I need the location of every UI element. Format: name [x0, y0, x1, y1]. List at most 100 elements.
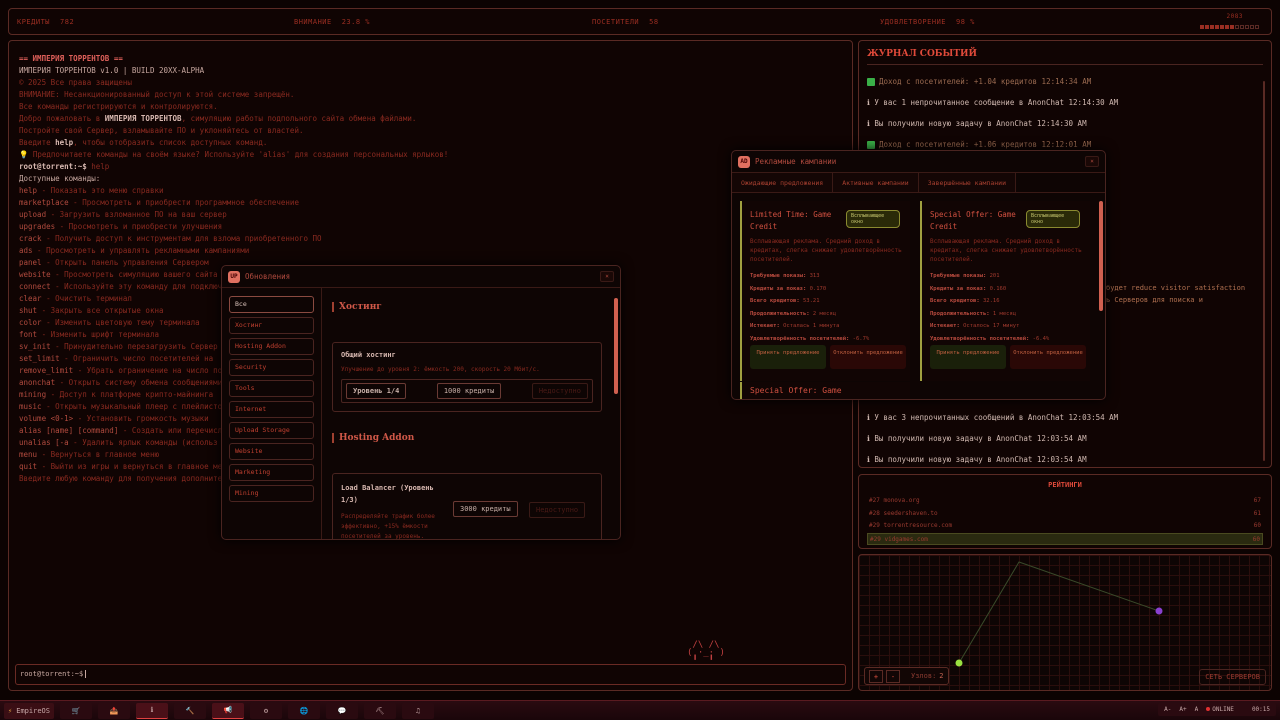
network-node[interactable] [956, 660, 963, 667]
progress-segment [1235, 25, 1239, 29]
unavailable-button[interactable]: Недоступно [532, 383, 588, 399]
field-value: 201 [990, 273, 1000, 279]
ads-tab[interactable]: Завершённые кампании [919, 173, 1016, 192]
status-indicator: ONLINE [1206, 706, 1234, 713]
close-icon[interactable]: × [600, 271, 614, 282]
welcome-line: Добро пожаловать в ИМПЕРИЯ ТОРРЕНТОВ, си… [19, 113, 842, 125]
command-desc: - Просмотреть симуляцию вашего сайта [51, 270, 218, 279]
ads-titlebar[interactable]: ADРекламные кампании× [732, 151, 1105, 173]
progress-segment [1200, 25, 1204, 29]
event-log-title: ЖУРНАЛ СОБЫТИЙ [867, 49, 1263, 65]
font-reset-button[interactable]: A [1195, 706, 1199, 713]
ads-tab[interactable]: Активные кампании [833, 173, 919, 192]
command-desc: - Закрыть все открытые окна [37, 306, 163, 315]
command-name: help [19, 186, 37, 195]
field-value: Осталось 17 минут [963, 323, 1019, 329]
rating-row: #27 monova.org67 [867, 495, 1263, 508]
command-entry: crack - Получить доступ к инструментам д… [19, 233, 842, 245]
year-label: 2083 [1227, 13, 1243, 20]
font-larger-button[interactable]: A+ [1179, 706, 1186, 713]
taskbar-chat-button[interactable]: 💬 [326, 703, 358, 719]
server-network-map[interactable]: + - Узлов:2 СЕТЬ СЕРВЕРОВ [858, 554, 1272, 691]
command-name: crack [19, 234, 42, 243]
upgrades-titlebar[interactable]: UPОбновления× [222, 266, 620, 288]
start-button[interactable]: ⚡EmpireOS [4, 703, 54, 719]
ads-tab[interactable]: Ожидающие предложения [732, 173, 833, 192]
progress-segment [1220, 25, 1224, 29]
category-internet[interactable]: Internet [229, 401, 314, 418]
offer-field-duration: Продолжительность: 2 месяц [750, 308, 902, 321]
offer-desc: Всплывающая реклама. Средний доход в кре… [930, 237, 1082, 264]
category-marketing[interactable]: Marketing [229, 464, 314, 481]
taskbar-mining-button[interactable]: ⛏ [364, 703, 396, 719]
ads-scrollbar[interactable] [1099, 201, 1103, 311]
offer-field-satisfaction: Удовлетворённость посетителей: -6.4% [930, 333, 1082, 346]
crack-icon: 🔨 [186, 707, 195, 715]
event-text: ℹ Вы получили новую задачу в AnonChat 12… [867, 455, 1087, 464]
taskbar-crack-button[interactable]: 🔨 [174, 703, 206, 719]
close-icon[interactable]: × [1085, 156, 1099, 167]
online-dot-icon [1206, 707, 1210, 711]
command-desc: - Открыть систему обмена сообщениями [55, 378, 222, 387]
category-хостинг[interactable]: Хостинг [229, 317, 314, 334]
reject-offer-button[interactable]: Отклонить предложение [1010, 345, 1086, 369]
category-tools[interactable]: Tools [229, 380, 314, 397]
command-name: panel [19, 258, 42, 267]
category-mining[interactable]: Mining [229, 485, 314, 502]
category-website[interactable]: Website [229, 443, 314, 460]
taskbar-marketplace-button[interactable]: 🛒 [60, 703, 92, 719]
field-value: 0.170 [810, 286, 827, 292]
event-text: ℹ Вы получили новую задачу в AnonChat 12… [867, 434, 1087, 443]
command-desc: - Доступ к платформе крипто-майнинга [46, 390, 213, 399]
progress-segment [1225, 25, 1229, 29]
taskbar-upload-button[interactable]: 📤 [98, 703, 130, 719]
rating-row: #29 vidgames.com60 [867, 533, 1263, 546]
ads-app-icon: AD [738, 156, 750, 168]
offer-field-expires: Истекает: Осталось 17 минут [930, 320, 1082, 333]
upgrades-scrollbar[interactable] [614, 298, 618, 394]
category-security[interactable]: Security [229, 359, 314, 376]
network-node[interactable] [1156, 608, 1163, 615]
command-desc: - Удалить ярлык команды (использ [69, 438, 218, 447]
command-desc: - Показать это меню справки [37, 186, 163, 195]
category-все[interactable]: Все [229, 296, 314, 313]
font-smaller-button[interactable]: A- [1164, 706, 1171, 713]
progress-segment [1255, 25, 1259, 29]
check-icon [867, 78, 875, 86]
taskbar-website-button[interactable]: ℹ [136, 703, 168, 719]
alias-tip: 💡 Предпочитаете команды на своём языке? … [19, 149, 842, 161]
reject-offer-button[interactable]: Отклонить предложение [830, 345, 906, 369]
taskbar-internet-button[interactable]: 🌐 [288, 703, 320, 719]
price-button[interactable]: 3000 кредиты [453, 501, 518, 517]
taskbar-settings-button[interactable]: ⚙ [250, 703, 282, 719]
taskbar-ads-button[interactable]: 📢 [212, 703, 244, 719]
category-hosting-addon[interactable]: Hosting Addon [229, 338, 314, 355]
ad-offer-card-partial: Special Offer: Game [740, 382, 910, 399]
command-desc: - Получить доступ к инструментам для взл… [42, 234, 322, 243]
offer-field-cpv: Кредиты за показ: 0.170 [750, 283, 902, 296]
internet-icon: 🌐 [300, 707, 309, 715]
terminal-header: == ИМПЕРИЯ ТОРРЕНТОВ == [19, 53, 842, 65]
zoom-in-button[interactable]: + [869, 670, 883, 683]
rating-rank: #29 [869, 522, 880, 529]
price-button[interactable]: 1000 кредиты [437, 383, 502, 399]
field-label: Истекает: [930, 323, 960, 329]
level-indicator: Уровень 1/4 [346, 383, 406, 399]
terminal-input[interactable]: root@torrent:~$ [15, 664, 846, 685]
category-upload-storage[interactable]: Upload Storage [229, 422, 314, 439]
offer-field-total: Всего кредитов: 32.16 [930, 295, 1082, 308]
progress-segment [1245, 25, 1249, 29]
unavailable-button[interactable]: Недоступно [529, 502, 585, 518]
taskbar-music-button[interactable]: ♫ [402, 703, 434, 719]
command-name: remove_limit [19, 366, 73, 375]
website-icon: ℹ [151, 706, 154, 714]
progress-segment [1210, 25, 1214, 29]
rating-rank: #27 [869, 497, 880, 504]
offer-title: Special Offer: Game Credit [930, 209, 1025, 233]
accept-offer-button[interactable]: Принять предложение [750, 345, 826, 369]
offer-field-duration: Продолжительность: 1 месяц [930, 308, 1082, 321]
command-name: volume <0-1> [19, 414, 73, 423]
zoom-out-button[interactable]: - [886, 670, 900, 683]
log-scrollbar[interactable] [1263, 81, 1265, 461]
accept-offer-button[interactable]: Принять предложение [930, 345, 1006, 369]
